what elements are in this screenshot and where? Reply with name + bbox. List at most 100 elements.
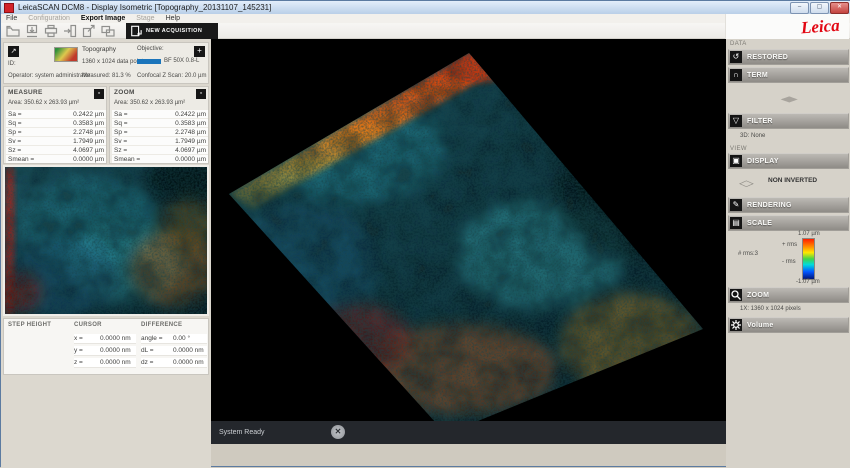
non-inverted-label: NON INVERTED bbox=[768, 177, 817, 184]
measure-row: Sq =0.3583 µm bbox=[6, 119, 106, 127]
color-scale-bar bbox=[802, 238, 815, 280]
title-bar: LeicaSCAN DCM8 - Display Isometric [Topo… bbox=[1, 1, 850, 14]
minimize-button[interactable]: – bbox=[790, 2, 809, 14]
filter-icon: ▽ bbox=[730, 115, 742, 127]
isometric-3d-view[interactable] bbox=[211, 39, 726, 421]
scale-minus-rms: - rms bbox=[782, 259, 796, 265]
brand-block: Leica bbox=[725, 14, 849, 39]
restored-icon: ↺ bbox=[730, 51, 742, 63]
inversion-status[interactable]: ◇ NON INVERTED bbox=[726, 173, 850, 191]
step-height-panel: STEP HEIGHT CURSOR DIFFERENCE x =0.0000 … bbox=[3, 318, 209, 375]
volume-gear-icon bbox=[730, 319, 742, 331]
display-icon: ▣ bbox=[730, 155, 742, 167]
term-button[interactable]: ∩ TERM bbox=[728, 67, 849, 83]
export-icon[interactable] bbox=[82, 24, 96, 38]
right-sidebar: DATA ↺ RESTORED ∩ TERM ◆ ▽ FILTER 3D: No… bbox=[726, 39, 850, 468]
rendering-label: RENDERING bbox=[747, 202, 792, 209]
topography-2d-preview[interactable] bbox=[3, 165, 209, 316]
maximize-button[interactable]: ▢ bbox=[810, 2, 829, 14]
measure-row: Sa =0.2422 µm bbox=[6, 110, 106, 118]
term-label: TERM bbox=[747, 72, 768, 79]
filter-button[interactable]: ▽ FILTER bbox=[728, 113, 849, 129]
scale-icon: ▤ bbox=[730, 217, 742, 229]
app-icon bbox=[4, 3, 14, 13]
leica-logo: Leica bbox=[801, 15, 841, 38]
topography-thumbnail-icon bbox=[54, 47, 78, 62]
zoom-button[interactable]: ZOOM bbox=[728, 287, 849, 303]
scale-button[interactable]: ▤ SCALE bbox=[728, 215, 849, 231]
zoom-row: Sz =4.0697 µm bbox=[112, 146, 208, 154]
cursor-row: z =0.0000 nm bbox=[74, 358, 136, 368]
zoom-row: Sv =1.7949 µm bbox=[112, 137, 208, 145]
flat-diamond-icon: ◆ bbox=[780, 94, 797, 104]
filter-status: 3D: None bbox=[740, 133, 765, 139]
measure-title: MEASURE bbox=[8, 89, 43, 96]
filter-label: FILTER bbox=[747, 118, 773, 125]
zoom-row: Sp =2.2748 µm bbox=[112, 128, 208, 136]
acquisition-info-card: ↗ Topography 1360 x 1024 data points Mea… bbox=[3, 42, 209, 84]
measure-row: Sz =4.0697 µm bbox=[6, 146, 106, 154]
scale-label: SCALE bbox=[747, 220, 772, 227]
layout-icon[interactable] bbox=[101, 24, 115, 38]
status-bar: System Ready ✕ bbox=[211, 421, 726, 444]
zoom-status: 1X: 1360 x 1024 pixels bbox=[740, 306, 801, 312]
step-height-title: STEP HEIGHT bbox=[8, 322, 51, 328]
volume-label: Volume bbox=[747, 322, 774, 329]
volume-button[interactable]: Volume bbox=[728, 317, 849, 333]
zoom-stats-panel: ZOOM ▫ Area: 350.62 x 263.93 µm² Sa =0.2… bbox=[109, 86, 209, 164]
term-icon: ∩ bbox=[730, 69, 742, 81]
menu-export-image[interactable]: Export Image bbox=[81, 15, 125, 22]
restored-label: RESTORED bbox=[747, 54, 788, 61]
zoom-row: Sa =0.2422 µm bbox=[112, 110, 208, 118]
measure-row: Sp =2.2748 µm bbox=[6, 128, 106, 136]
display-label: DISPLAY bbox=[747, 158, 779, 165]
measure-row: Sv =1.7949 µm bbox=[6, 137, 106, 145]
dataset-check-icon[interactable]: ↗ bbox=[8, 46, 19, 57]
window-title: LeicaSCAN DCM8 - Display Isometric [Topo… bbox=[18, 3, 271, 12]
objective-label: Objective: bbox=[137, 46, 164, 52]
menu-stage[interactable]: Stage bbox=[136, 15, 154, 22]
measure-options-icon[interactable]: ▫ bbox=[94, 89, 104, 99]
menu-configuration[interactable]: Configuration bbox=[28, 15, 70, 22]
toolbar: NEW ACQUISITION bbox=[1, 23, 850, 39]
zoom-options-icon[interactable]: ▫ bbox=[196, 89, 206, 99]
import-icon[interactable] bbox=[63, 24, 77, 38]
cursor-row: x =0.0000 nm bbox=[74, 334, 136, 344]
restored-button[interactable]: ↺ RESTORED bbox=[728, 49, 849, 65]
scale-min: -1.07 µm bbox=[796, 279, 820, 285]
save-icon[interactable] bbox=[25, 24, 39, 38]
cursor-row: y =0.0000 nm bbox=[74, 346, 136, 356]
dataset-id-label: ID: bbox=[8, 61, 16, 67]
zoom-icon bbox=[730, 289, 742, 301]
app-window: LeicaSCAN DCM8 - Display Isometric [Topo… bbox=[0, 0, 850, 467]
menu-help[interactable]: Help bbox=[166, 15, 180, 22]
print-icon[interactable] bbox=[44, 24, 58, 38]
color-scale-widget: # rms:3 1.07 µm + rms - rms -1.07 µm bbox=[726, 233, 850, 279]
close-button[interactable]: ✕ bbox=[830, 2, 849, 14]
dataset-type: Topography bbox=[82, 46, 116, 53]
rendering-button[interactable]: ✎ RENDERING bbox=[728, 197, 849, 213]
data-section-label: DATA bbox=[730, 41, 747, 47]
new-acquisition-button[interactable]: NEW ACQUISITION bbox=[126, 23, 218, 39]
zoom-label: ZOOM bbox=[747, 292, 769, 299]
cursor-title: CURSOR bbox=[74, 322, 102, 328]
open-folder-icon[interactable] bbox=[6, 24, 20, 38]
menu-file[interactable]: File bbox=[6, 15, 17, 22]
display-button[interactable]: ▣ DISPLAY bbox=[728, 153, 849, 169]
rendering-icon: ✎ bbox=[730, 199, 742, 211]
difference-row: dz =0.0000 nm bbox=[141, 358, 207, 368]
dataset-operator: Operator: system administrator bbox=[8, 73, 90, 79]
scale-mode: # rms:3 bbox=[738, 251, 758, 257]
measure-row: Smean =0.0000 µm bbox=[6, 155, 106, 163]
difference-row: dL =0.0000 nm bbox=[141, 346, 207, 356]
zoom-area: Area: 350.62 x 263.93 µm² bbox=[114, 100, 185, 106]
measure-panel: MEASURE ▫ Area: 350.62 x 263.93 µm² Sa =… bbox=[3, 86, 107, 164]
status-text: System Ready bbox=[219, 429, 265, 436]
zoom-row: Smean =0.0000 µm bbox=[112, 155, 208, 163]
expand-info-icon[interactable]: + bbox=[194, 46, 205, 57]
zoom-row: Sq =0.3583 µm bbox=[112, 119, 208, 127]
objective-value: BF 50X 0.8-L bbox=[164, 58, 199, 64]
non-inverted-icon: ◇ bbox=[739, 179, 753, 189]
scale-max: 1.07 µm bbox=[798, 231, 820, 237]
status-close-icon[interactable]: ✕ bbox=[331, 425, 345, 439]
